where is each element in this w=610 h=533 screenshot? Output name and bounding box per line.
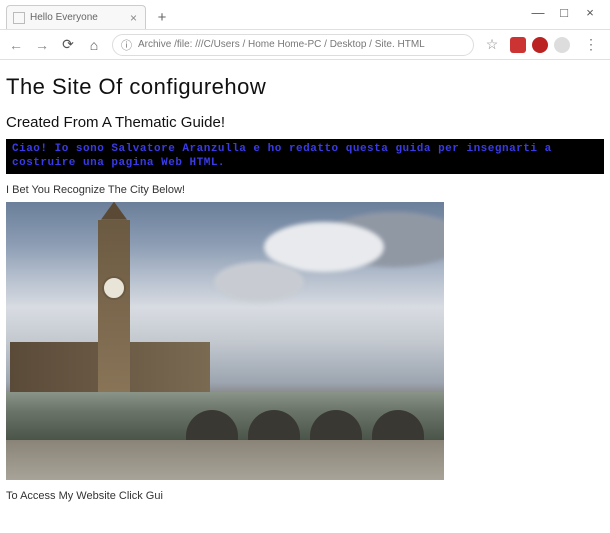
close-tab-icon[interactable]: × bbox=[128, 11, 139, 25]
reload-button[interactable]: ⟳ bbox=[60, 37, 76, 53]
browser-tab[interactable]: Hello Everyone × bbox=[6, 5, 146, 29]
extension-icon[interactable] bbox=[532, 37, 548, 53]
new-tab-button[interactable]: + bbox=[150, 5, 174, 29]
address-bar: ← → ⟳ ⌂ ⓘ Archive /file: ///C/Users / Ho… bbox=[0, 30, 610, 60]
extension-icon[interactable] bbox=[554, 37, 570, 53]
arch-shape bbox=[372, 410, 424, 440]
hero-image bbox=[6, 202, 444, 480]
close-window-button[interactable]: × bbox=[584, 6, 596, 18]
extension-icons bbox=[510, 37, 570, 53]
arch-shape bbox=[248, 410, 300, 440]
window-controls: — □ × bbox=[532, 0, 606, 18]
maximize-button[interactable]: □ bbox=[558, 6, 570, 18]
info-icon[interactable]: ⓘ bbox=[121, 37, 132, 53]
url-input[interactable]: ⓘ Archive /file: ///C/Users / Home Home-… bbox=[112, 34, 474, 56]
back-button[interactable]: ← bbox=[8, 37, 24, 53]
page-subheading: Created From A Thematic Guide! bbox=[6, 114, 604, 131]
bridge-shape bbox=[6, 392, 444, 440]
forward-button[interactable]: → bbox=[34, 37, 50, 53]
clock-face-shape bbox=[102, 276, 126, 300]
url-text: Archive /file: ///C/Users / Home Home-PC… bbox=[138, 39, 425, 50]
tab-strip: Hello Everyone × + bbox=[6, 4, 174, 30]
footer-link-text[interactable]: To Access My Website Click Gui bbox=[6, 490, 604, 502]
window-titlebar: Hello Everyone × + — □ × bbox=[0, 0, 610, 30]
arch-shape bbox=[310, 410, 362, 440]
minimize-button[interactable]: — bbox=[532, 6, 544, 18]
page-content: The Site Of configurehow Created From A … bbox=[0, 60, 610, 502]
home-button[interactable]: ⌂ bbox=[86, 37, 102, 53]
banner-line: Ciao! Io sono Salvatore Aranzulla e ho r… bbox=[12, 142, 598, 156]
extension-icon[interactable] bbox=[510, 37, 526, 53]
image-caption: I Bet You Recognize The City Below! bbox=[6, 184, 604, 196]
banner-text: Ciao! Io sono Salvatore Aranzulla e ho r… bbox=[6, 139, 604, 174]
page-heading: The Site Of configurehow bbox=[6, 74, 604, 100]
water-shape bbox=[6, 440, 444, 480]
arch-shape bbox=[186, 410, 238, 440]
tab-favicon-icon bbox=[13, 12, 25, 24]
clock-tower-shape bbox=[98, 220, 130, 400]
tab-title: Hello Everyone bbox=[30, 12, 128, 23]
banner-line: costruire una pagina Web HTML. bbox=[12, 156, 598, 170]
cloud-shape bbox=[214, 262, 304, 302]
bookmark-star-icon[interactable]: ☆ bbox=[484, 37, 500, 53]
menu-button[interactable]: ⋮ bbox=[580, 36, 602, 53]
